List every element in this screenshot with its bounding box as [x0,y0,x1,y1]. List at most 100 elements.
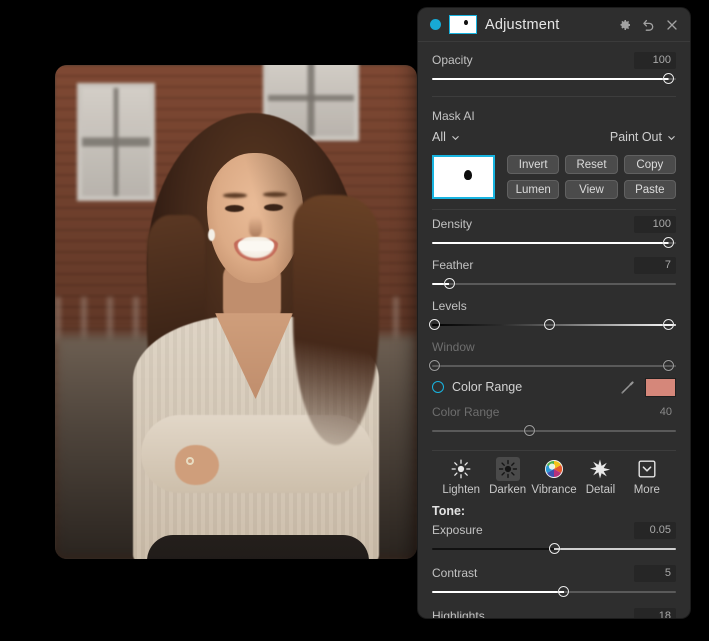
exposure-knob[interactable] [549,543,560,554]
subject-eye-left [225,205,244,212]
contrast-knob[interactable] [558,586,569,597]
color-range-swatch[interactable] [645,378,676,397]
tool-lighten-label: Lighten [442,484,480,496]
levels-label: Levels [432,299,467,313]
density-row: Density 100 [432,214,676,234]
tool-darken-label: Darken [489,484,526,496]
mask-scope-dropdown[interactable]: All [432,130,460,144]
contrast-track [432,591,676,593]
window-slider[interactable] [432,358,676,374]
gear-icon[interactable] [616,17,632,33]
exposure-label: Exposure [432,523,483,537]
window-label: Window [432,340,475,354]
invert-button[interactable]: Invert [507,155,559,174]
feather-value: 7 [634,257,676,274]
divider [432,96,676,97]
mask-controls: Invert Reset Copy Lumen View Paste [432,155,676,199]
tool-more-label: More [634,484,660,496]
subject-hand [175,445,219,485]
opacity-track [432,78,676,80]
undo-icon[interactable] [640,17,656,33]
divider [432,450,676,451]
color-range-slider-label: Color Range [432,405,499,419]
opacity-value: 100 [634,52,676,69]
mask-mode-dropdown[interactable]: Paint Out [610,130,676,144]
levels-knob-black[interactable] [429,319,440,330]
page-title: Adjustment [485,17,608,33]
feather-knob[interactable] [444,278,455,289]
mask-scope-value: All [432,130,446,144]
exposure-value: 0.05 [634,522,676,539]
paste-button[interactable]: Paste [624,180,676,199]
active-indicator-dot [430,19,441,30]
color-range-radio-icon[interactable] [432,381,444,393]
sparkle-icon [588,457,612,481]
divider [432,209,676,210]
tool-detail[interactable]: Detail [577,457,623,496]
lumen-button[interactable]: Lumen [507,180,559,199]
subject-nose [249,217,262,237]
color-wheel-icon [542,457,566,481]
color-range-track [432,430,676,432]
sun-dark-icon [496,457,520,481]
opacity-row: Opacity 100 [432,50,676,70]
tool-strip: Lighten Darken [432,453,676,496]
levels-knob-mid[interactable] [544,319,555,330]
contrast-slider[interactable] [432,584,676,600]
mask-mode-value: Paint Out [610,130,662,144]
contrast-label: Contrast [432,566,477,580]
tool-darken[interactable]: Darken [484,457,530,496]
color-range-slider-value: 40 [660,406,676,418]
density-track [432,242,676,244]
view-button[interactable]: View [565,180,617,199]
highlights-label: Highlights [432,609,485,618]
mask-thumbnail-icon[interactable] [449,15,477,34]
subject-brow-right [263,192,287,197]
density-slider[interactable] [432,235,676,251]
tool-lighten[interactable]: Lighten [438,457,484,496]
window-knob-high[interactable] [663,360,674,371]
tool-detail-label: Detail [586,484,615,496]
eyedropper-icon[interactable] [619,378,637,396]
color-range-slider[interactable] [432,423,676,439]
contrast-row: Contrast 5 [432,563,676,583]
feather-row: Feather 7 [432,255,676,275]
feather-track [432,283,676,285]
levels-slider[interactable] [432,317,676,333]
density-label: Density [432,217,472,231]
subject-eye-right [264,204,283,211]
highlights-row: Highlights 18 [432,606,676,618]
color-range-toggle-row[interactable]: Color Range [432,376,676,398]
screen: Adjustment Opacity 100 [0,0,709,641]
feather-label: Feather [432,258,473,272]
mask-ai-selects: All Paint Out [432,126,676,148]
chevron-down-icon [667,133,676,142]
subject-ring [186,457,194,465]
density-knob[interactable] [663,237,674,248]
tool-more[interactable]: More [624,457,670,496]
opacity-knob[interactable] [663,73,674,84]
subject-teeth [238,241,274,251]
opacity-slider[interactable] [432,71,676,87]
highlights-value: 18 [634,608,676,619]
contrast-value: 5 [634,565,676,582]
subject-earring [208,229,215,241]
subject-hair-right [293,195,379,445]
window-knob-low[interactable] [429,360,440,371]
density-value: 100 [634,216,676,233]
feather-slider[interactable] [432,276,676,292]
window-row: Window [432,337,676,357]
adjustment-panel: Adjustment Opacity 100 [418,8,690,618]
opacity-label: Opacity [432,53,473,67]
color-range-knob[interactable] [524,425,535,436]
mask-button-grid: Invert Reset Copy Lumen View Paste [507,155,676,199]
mask-preview-thumbnail[interactable] [432,155,495,199]
levels-knob-white[interactable] [663,319,674,330]
copy-button[interactable]: Copy [624,155,676,174]
tool-vibrance[interactable]: Vibrance [531,457,577,496]
subject-brow-left [223,193,247,198]
reset-button[interactable]: Reset [565,155,617,174]
tone-heading: Tone: [432,504,676,518]
close-icon[interactable] [664,17,680,33]
exposure-slider[interactable] [432,541,676,557]
